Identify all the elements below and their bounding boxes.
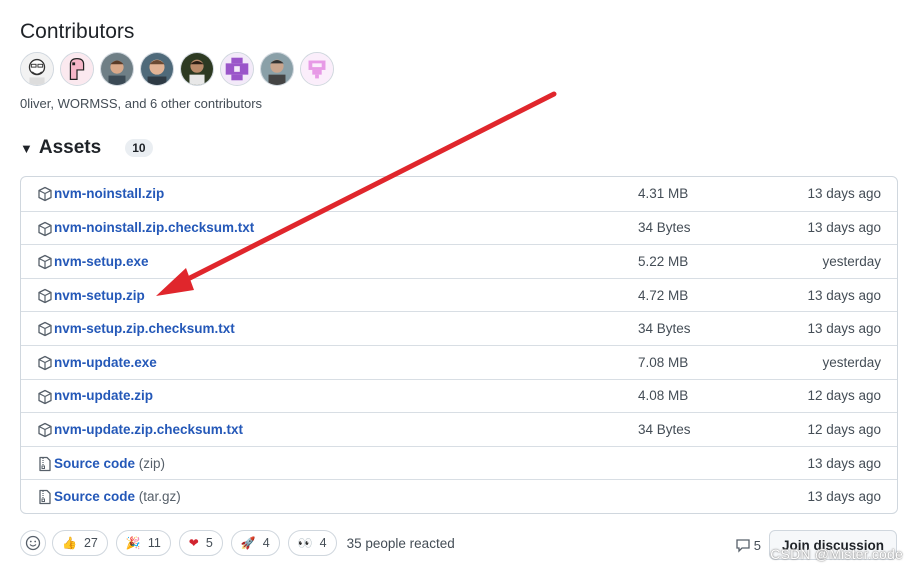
- avatar[interactable]: [260, 52, 294, 86]
- asset-size: 4.08 MB: [638, 388, 689, 404]
- package-icon: [37, 288, 53, 304]
- asset-row: nvm-noinstall.zip.checksum.txt 34 Bytes 13…: [21, 210, 897, 245]
- reaction-party[interactable]: 🎉 11: [115, 530, 171, 556]
- reactions-summary: 35 people reacted: [346, 535, 455, 551]
- caret-down-icon: ▼: [20, 140, 33, 156]
- source-row: Source code (zip) 13 days ago: [21, 445, 897, 480]
- asset-size: 34 Bytes: [638, 421, 691, 437]
- file-zip-icon: [37, 489, 53, 505]
- asset-size: 34 Bytes: [638, 220, 691, 236]
- reaction-rocket[interactable]: 🚀 4: [230, 530, 280, 556]
- party-icon: 🎉: [125, 536, 141, 550]
- source-row: Source code (tar.gz) 13 days ago: [21, 479, 897, 513]
- asset-row: nvm-setup.exe 5.22 MB yesterday: [21, 244, 897, 278]
- package-icon: [37, 321, 53, 337]
- comment-icon: [736, 539, 750, 553]
- reaction-thumbs-up[interactable]: 👍 27: [52, 530, 108, 556]
- assets-toggle[interactable]: ▼ Assets 10: [20, 137, 153, 159]
- avatar[interactable]: [300, 52, 334, 86]
- asset-row: nvm-update.exe 7.08 MB yesterday: [21, 344, 897, 379]
- package-icon: [37, 355, 53, 371]
- asset-size: 34 Bytes: [638, 321, 691, 337]
- source-code-label: Source code: [54, 489, 136, 505]
- avatar[interactable]: [140, 52, 174, 86]
- asset-link[interactable]: nvm-setup.exe: [54, 254, 149, 269]
- asset-date: 13 days ago: [807, 220, 881, 236]
- asset-link[interactable]: nvm-update.zip: [54, 388, 153, 403]
- reactions-bar: 👍 27 🎉 11 ❤ 5 🚀 4 👀 4 35 people reacted: [20, 530, 455, 556]
- asset-date: 13 days ago: [807, 321, 881, 337]
- reaction-count: 11: [147, 536, 161, 550]
- asset-date: yesterday: [822, 354, 881, 370]
- contributors-title: Contributors: [20, 20, 135, 43]
- source-code-link[interactable]: Source code (zip): [54, 456, 165, 471]
- asset-date: 13 days ago: [807, 186, 881, 202]
- avatar[interactable]: [60, 52, 94, 86]
- asset-row: nvm-setup.zip 4.72 MB 13 days ago: [21, 277, 897, 312]
- asset-link[interactable]: nvm-setup.zip: [54, 288, 145, 303]
- asset-size: 7.08 MB: [638, 354, 689, 370]
- asset-row: nvm-noinstall.zip 4.31 MB 13 days ago: [21, 177, 897, 211]
- asset-row: nvm-setup.zip.checksum.txt 34 Bytes 13 day…: [21, 311, 897, 345]
- source-code-ext: (zip): [138, 455, 166, 471]
- asset-link[interactable]: nvm-setup.zip.checksum.txt: [54, 321, 235, 336]
- reaction-eyes[interactable]: 👀 4: [287, 530, 337, 556]
- heart-icon: ❤: [188, 536, 199, 550]
- asset-size: 4.31 MB: [638, 186, 689, 202]
- assets-title: Assets: [38, 137, 102, 158]
- contributors-summary: 0liver, WORMSS, and 6 other contributors: [20, 96, 263, 111]
- avatar[interactable]: [100, 52, 134, 86]
- assets-list: nvm-noinstall.zip 4.31 MB 13 days ago nvm-n…: [20, 176, 898, 514]
- comment-count-value: 5: [753, 537, 761, 553]
- asset-date: 13 days ago: [807, 287, 881, 303]
- asset-date: yesterday: [822, 253, 881, 269]
- thumbs-up-icon: 👍: [62, 536, 77, 550]
- asset-row: nvm-update.zip.checksum.txt 34 Bytes 12 da…: [21, 412, 897, 446]
- asset-date: 13 days ago: [807, 489, 881, 505]
- comment-count[interactable]: 5: [735, 537, 761, 553]
- reaction-count: 4: [262, 536, 270, 550]
- reaction-count: 4: [319, 536, 327, 550]
- contributor-avatars: [20, 52, 334, 86]
- rocket-icon: 🚀: [240, 536, 256, 550]
- reaction-heart[interactable]: ❤ 5: [178, 530, 223, 556]
- asset-date: 13 days ago: [807, 455, 881, 471]
- asset-date: 12 days ago: [807, 421, 881, 437]
- asset-link[interactable]: nvm-noinstall.zip: [54, 186, 164, 201]
- reaction-count: 5: [205, 536, 213, 550]
- eyes-icon: 👀: [297, 536, 313, 550]
- source-code-link[interactable]: Source code (tar.gz): [54, 489, 181, 504]
- asset-row: nvm-update.zip 4.08 MB 12 days ago: [21, 378, 897, 413]
- avatar[interactable]: [180, 52, 214, 86]
- smiley-icon: [25, 535, 41, 551]
- assets-count-badge: 10: [125, 139, 153, 157]
- avatar[interactable]: [220, 52, 254, 86]
- reaction-count: 27: [83, 536, 98, 550]
- source-code-ext: (tar.gz): [138, 489, 181, 505]
- package-icon: [37, 186, 53, 202]
- asset-size: 4.72 MB: [638, 287, 689, 303]
- asset-date: 12 days ago: [807, 388, 881, 404]
- avatar[interactable]: [20, 52, 54, 86]
- package-icon: [37, 422, 53, 438]
- package-icon: [37, 389, 53, 405]
- asset-link[interactable]: nvm-update.zip.checksum.txt: [54, 422, 243, 437]
- asset-link[interactable]: nvm-update.exe: [54, 355, 157, 370]
- asset-size: 5.22 MB: [638, 253, 689, 269]
- asset-link[interactable]: nvm-noinstall.zip.checksum.txt: [54, 220, 254, 235]
- package-icon: [37, 254, 53, 270]
- package-icon: [37, 221, 53, 237]
- file-zip-icon: [37, 456, 53, 472]
- add-reaction-button[interactable]: [20, 530, 46, 556]
- source-code-label: Source code: [54, 455, 136, 471]
- watermark: CSDN @Mister.code: [770, 546, 903, 562]
